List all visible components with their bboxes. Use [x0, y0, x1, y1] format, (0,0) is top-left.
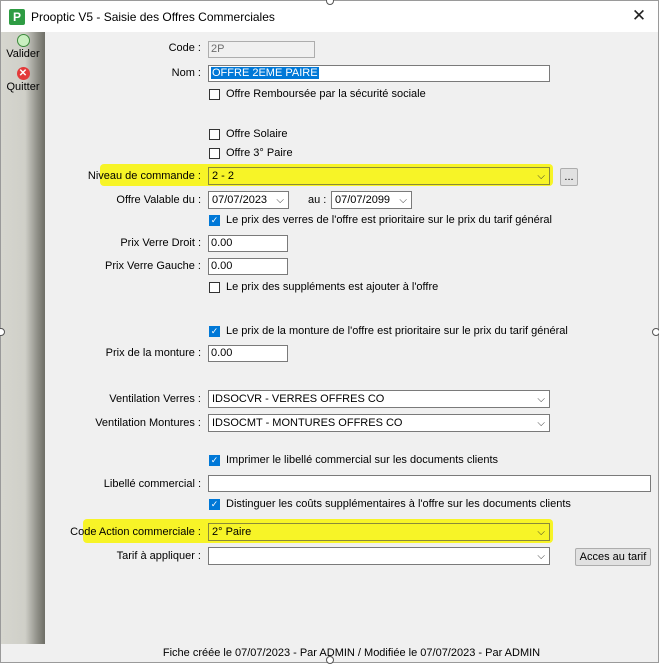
- offre-solaire-label: Offre Solaire: [226, 128, 288, 140]
- chevron-down-icon: ⌵: [537, 171, 545, 182]
- tarif-label: Tarif à appliquer :: [116, 550, 201, 562]
- offre-valable-label: Offre Valable du :: [116, 194, 201, 206]
- prix-verre-gauche-input[interactable]: 0.00: [208, 258, 288, 275]
- offre-3paire-label: Offre 3° Paire: [226, 147, 293, 159]
- dialog-window: P Prooptic V5 - Saisie des Offres Commer…: [0, 0, 659, 663]
- quit-icon: ✕: [16, 67, 30, 80]
- ventilation-verres-select[interactable]: IDSOCVR - VERRES OFFRES CO ⌵: [208, 390, 550, 408]
- nom-value: OFFRE 2EME PAIRE: [211, 67, 319, 79]
- distinguer-couts-label: Distinguer les coûts supplémentaires à l…: [226, 498, 571, 510]
- prix-supplements-label: Le prix des suppléments est ajouter à l'…: [226, 281, 439, 293]
- validate-button[interactable]: Valider: [1, 34, 45, 60]
- imprimer-libelle-label: Imprimer le libellé commercial sur les d…: [226, 454, 499, 466]
- date-from-picker[interactable]: 07/07/2023 ⌵: [208, 191, 289, 209]
- ventilation-montures-select[interactable]: IDSOCMT - MONTURES OFFRES CO ⌵: [208, 414, 550, 432]
- resize-handle-right[interactable]: [652, 328, 659, 336]
- ventilation-verres-label: Ventilation Verres :: [109, 393, 201, 405]
- validate-icon: [16, 34, 30, 47]
- prix-verre-droit-label: Prix Verre Droit :: [120, 237, 201, 249]
- app-logo-icon: P: [9, 9, 25, 25]
- offre-remboursee-label: Offre Remboursée par la sécurité sociale: [226, 88, 426, 100]
- chevron-down-icon: ⌵: [537, 551, 545, 562]
- acces-tarif-button[interactable]: Acces au tarif: [575, 548, 651, 566]
- tarif-select[interactable]: ⌵: [208, 547, 550, 565]
- niveau-commande-select[interactable]: 2 - 2 ⌵: [208, 167, 550, 185]
- prix-monture-input[interactable]: 0.00: [208, 345, 288, 362]
- niveau-commande-label: Niveau de commande :: [87, 170, 201, 182]
- prix-monture-prioritaire-label: Le prix de la monture de l'offre est pri…: [226, 325, 568, 337]
- libelle-commercial-input[interactable]: [208, 475, 651, 492]
- date-to-value: 07/07/2099: [335, 194, 391, 206]
- code-input[interactable]: 2P: [208, 41, 315, 58]
- validate-label: Valider: [6, 48, 40, 60]
- chevron-down-icon: ⌵: [537, 527, 545, 538]
- nom-input[interactable]: OFFRE 2EME PAIRE: [208, 65, 550, 82]
- prix-monture-prioritaire-checkbox[interactable]: ✓: [209, 326, 220, 337]
- libelle-commercial-label: Libellé commercial :: [103, 478, 201, 490]
- prix-verres-prioritaire-label: Le prix des verres de l'offre est priori…: [226, 214, 552, 226]
- chevron-down-icon: ⌵: [537, 394, 545, 405]
- chevron-down-icon: ⌵: [537, 418, 545, 429]
- prix-verre-gauche-label: Prix Verre Gauche :: [105, 260, 201, 272]
- window-title: Prooptic V5 - Saisie des Offres Commerci…: [31, 10, 275, 24]
- title-bar: P Prooptic V5 - Saisie des Offres Commer…: [1, 1, 658, 32]
- ventilation-montures-label: Ventilation Montures :: [95, 417, 201, 429]
- au-label: au :: [308, 194, 327, 206]
- offre-solaire-checkbox[interactable]: [209, 129, 220, 140]
- offre-3paire-checkbox[interactable]: [209, 148, 220, 159]
- nom-label: Nom :: [171, 67, 201, 79]
- status-bar: Fiche créée le 07/07/2023 - Par ADMIN / …: [162, 647, 541, 659]
- distinguer-couts-checkbox[interactable]: ✓: [209, 499, 220, 510]
- quit-label: Quitter: [6, 81, 40, 93]
- quit-button[interactable]: ✕ Quitter: [1, 67, 45, 93]
- chevron-down-icon: ⌵: [399, 195, 407, 206]
- prix-supplements-checkbox[interactable]: [209, 282, 220, 293]
- ventilation-montures-value: IDSOCMT - MONTURES OFFRES CO: [212, 417, 403, 429]
- date-to-picker[interactable]: 07/07/2099 ⌵: [331, 191, 412, 209]
- code-action-select[interactable]: 2° Paire ⌵: [208, 523, 550, 541]
- code-action-value: 2° Paire: [212, 526, 252, 538]
- ventilation-verres-value: IDSOCVR - VERRES OFFRES CO: [212, 393, 385, 405]
- code-label: Code :: [168, 42, 201, 54]
- imprimer-libelle-checkbox[interactable]: ✓: [209, 455, 220, 466]
- prix-verres-prioritaire-checkbox[interactable]: ✓: [209, 215, 220, 226]
- sidebar: Valider ✕ Quitter: [1, 32, 45, 644]
- niveau-commande-value: 2 - 2: [212, 170, 235, 182]
- close-icon[interactable]: ✕: [628, 6, 650, 26]
- prix-monture-label: Prix de la monture :: [105, 347, 201, 359]
- code-action-label: Code Action commerciale :: [70, 526, 201, 538]
- prix-verre-droit-input[interactable]: 0.00: [208, 235, 288, 252]
- offre-remboursee-checkbox[interactable]: [209, 89, 220, 100]
- niveau-more-button[interactable]: ...: [560, 168, 578, 186]
- date-from-value: 07/07/2023: [212, 194, 268, 206]
- chevron-down-icon: ⌵: [276, 195, 284, 206]
